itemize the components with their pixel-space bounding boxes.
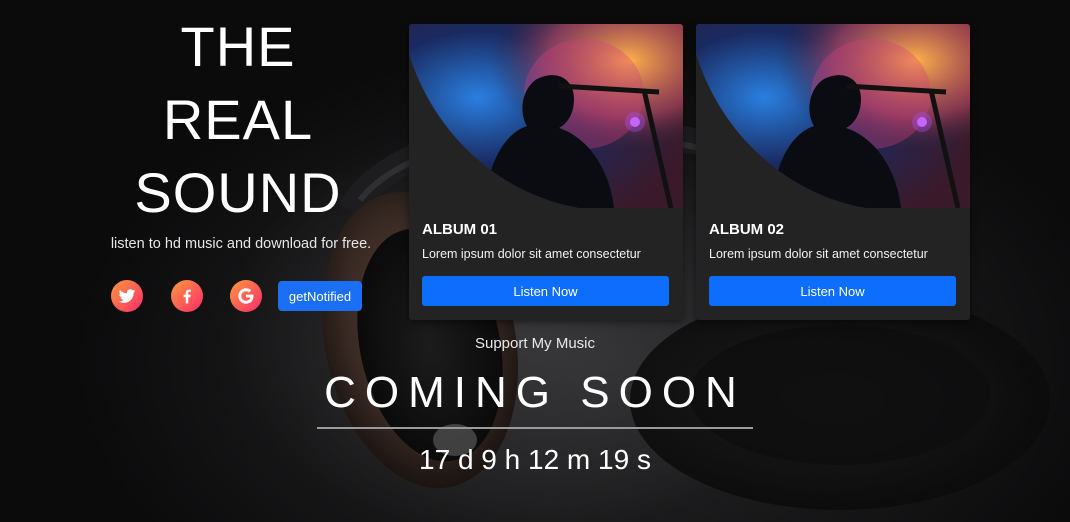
hero-tagline: listen to hd music and download for free… bbox=[110, 236, 372, 252]
coming-soon-heading: COMING SOON bbox=[324, 368, 746, 417]
facebook-icon bbox=[183, 289, 191, 304]
album-description: Lorem ipsum dolor sit amet consectetur bbox=[422, 247, 641, 261]
countdown-timer: 17 d 9 h 12 m 19 s bbox=[419, 444, 651, 475]
album-title: ALBUM 01 bbox=[422, 221, 498, 238]
listen-now-button[interactable]: Listen Now bbox=[709, 276, 956, 306]
album-card: ALBUM 01 Lorem ipsum dolor sit amet cons… bbox=[409, 24, 683, 320]
twitter-icon bbox=[118, 289, 136, 303]
listen-now-button[interactable]: Listen Now bbox=[422, 276, 669, 306]
twitter-link[interactable] bbox=[111, 280, 143, 312]
support-link[interactable]: Support My Music bbox=[435, 335, 635, 352]
google-link[interactable] bbox=[230, 280, 262, 312]
facebook-link[interactable] bbox=[171, 280, 203, 312]
google-icon bbox=[238, 288, 254, 304]
divider bbox=[317, 427, 753, 429]
album-cover-image bbox=[696, 24, 970, 208]
album-description: Lorem ipsum dolor sit amet consectetur bbox=[709, 247, 928, 261]
hero-title: THE REAL SOUND bbox=[108, 10, 368, 229]
get-notified-button[interactable]: getNotified bbox=[278, 281, 362, 311]
album-cover-image bbox=[409, 24, 683, 208]
hero-title-line: REAL bbox=[162, 88, 314, 151]
album-title: ALBUM 02 bbox=[709, 221, 785, 238]
hero-title-line: THE bbox=[180, 15, 296, 78]
album-card: ALBUM 02 Lorem ipsum dolor sit amet cons… bbox=[696, 24, 970, 320]
hero-title-line: SOUND bbox=[134, 161, 342, 224]
